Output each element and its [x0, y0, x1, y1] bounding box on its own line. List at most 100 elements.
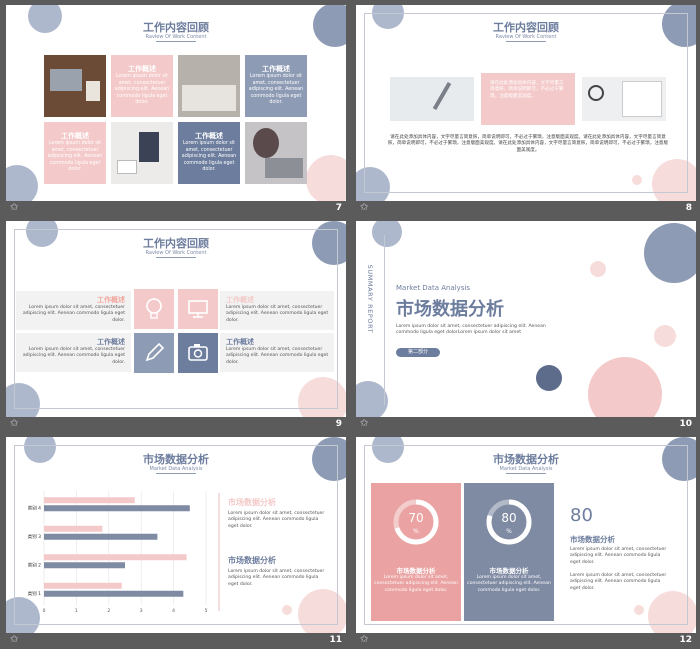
stat-unit: % [506, 528, 512, 535]
bar [44, 497, 135, 504]
slide-12: 市场数据分析 Market Data Analysis 70 % 市场数据分析 … [356, 437, 696, 633]
star-icon[interactable]: ✩ [360, 418, 368, 429]
side-text: Lorem ipsum dolor sit amet, consectetuer… [228, 511, 325, 529]
slide-thumb-12[interactable]: 市场数据分析 Market Data Analysis 70 % 市场数据分析 … [356, 437, 696, 649]
slide-title: 工作内容回顾 [143, 21, 209, 34]
star-icon[interactable]: ✩ [10, 418, 18, 429]
star-icon[interactable]: ✩ [360, 202, 368, 213]
slide-footer: ✩ 11 [6, 633, 346, 649]
slide-footer: ✩ 9 [6, 417, 346, 433]
right-text: Lorem ipsum dolor sit amet, consectetuer… [570, 547, 667, 565]
slide-thumb-10[interactable]: SUMMARY REPORT Market Data Analysis 市场数据… [356, 221, 696, 433]
lightbulb-icon [134, 289, 174, 329]
slide-8: 工作内容回顾 Raview Of Work Content 请在此处添加具体内容… [356, 5, 696, 201]
deco-circle [372, 221, 402, 247]
side-head: 市场数据分析 [228, 556, 276, 565]
deco-circle [588, 357, 662, 417]
x-tick-label: 4 [172, 608, 175, 614]
right-head: 市场数据分析 [570, 535, 615, 544]
y-category-label: 类别 3 [28, 533, 41, 540]
slide-footer: ✩ 10 [356, 417, 696, 433]
x-tick-label: 3 [140, 608, 143, 614]
deco-circle [590, 261, 606, 277]
bar [44, 582, 122, 589]
side-head: 市场数据分析 [228, 498, 276, 507]
tile-work-overview: 工作概述 Lorem ipsum dolor sit amet, consect… [178, 122, 240, 184]
bar [44, 590, 184, 597]
pink-text-box: 请在此处添加具体内容，文字尽量言简意赅，简单说明即可，不必过于繁琐，注意版面美观… [481, 73, 575, 125]
section-body: Lorem ipsum dolor sit amet, consectetuer… [396, 324, 546, 336]
slide-7: 工作内容回顾 Raview Of Work Content 工作概述 Lorem… [6, 5, 346, 201]
star-icon[interactable]: ✩ [360, 634, 368, 645]
bar [44, 533, 158, 540]
slide-number: 8 [685, 203, 692, 213]
slide-title: 工作内容回顾 [143, 237, 209, 250]
stat-card-80: 80 % 市场数据分析 Lorem ipsum dolor sit amet, … [464, 483, 554, 621]
monitor-icon [178, 289, 218, 329]
photo-typing [178, 55, 240, 117]
slide-thumb-9[interactable]: 工作内容回顾 Raview Of Work Content 工作概述 Lorem… [6, 221, 346, 433]
photo-notebook [111, 122, 173, 184]
stat-card-70: 70 % 市场数据分析 Lorem ipsum dolor sit amet, … [371, 483, 461, 621]
stat-unit: % [413, 528, 419, 535]
bar [44, 562, 125, 569]
slide-subtitle: Raview Of Work Content [495, 34, 557, 40]
slide-9: 工作内容回顾 Raview Of Work Content 工作概述 Lorem… [6, 221, 346, 417]
side-divider [384, 235, 385, 405]
overview-box: 工作概述 Lorem ipsum dolor sit amet, consect… [220, 291, 334, 330]
stat-head: 市场数据分析 [396, 567, 436, 575]
x-tick-label: 5 [205, 608, 208, 614]
title-underline [156, 257, 196, 258]
photo-laptop [44, 55, 106, 117]
overview-box: 工作概述 Lorem ipsum dolor sit amet, consect… [220, 333, 334, 372]
tile-work-overview: 工作概述 Lorem ipsum dolor sit amet, consect… [44, 122, 106, 184]
title-underline [506, 473, 546, 474]
photo-pen-document [390, 77, 474, 121]
deco-circle [654, 325, 676, 347]
x-tick-label: 0 [43, 608, 46, 614]
x-tick-label: 1 [75, 608, 78, 614]
slide-title: 工作内容回顾 [493, 21, 559, 34]
slide-number: 12 [679, 635, 692, 645]
stat-value: 80 [501, 511, 517, 525]
slide-number: 11 [329, 635, 342, 645]
slide-10: SUMMARY REPORT Market Data Analysis 市场数据… [356, 221, 696, 417]
slide-thumb-11[interactable]: 市场数据分析 Market Data Analysis 0 1 2 3 4 5 类别 1 类别… [6, 437, 346, 649]
pencil-icon [134, 333, 174, 373]
deco-circle [306, 155, 346, 201]
slide-title: 市场数据分析 [493, 453, 559, 466]
slide-footer: ✩ 12 [356, 633, 696, 649]
title-underline [506, 41, 546, 42]
slide-thumb-7[interactable]: 工作内容回顾 Raview Of Work Content 工作概述 Lorem… [6, 5, 346, 217]
star-icon[interactable]: ✩ [10, 634, 18, 645]
photo-magnifier-calendar [582, 77, 666, 121]
x-tick-label: 2 [107, 608, 110, 614]
stat-text: Lorem ipsum dolor sit amet, consectetuer… [374, 575, 458, 593]
slide-number: 10 [679, 419, 692, 429]
stat-value: 70 [408, 511, 424, 525]
big-number: 80 [570, 505, 593, 526]
slide-footer: ✩ 7 [6, 201, 346, 217]
deco-circle [6, 165, 38, 201]
photo-woman-laptop [245, 122, 307, 184]
slide-subtitle: Market Data Analysis [499, 466, 553, 472]
slide-subtitle: Raview Of Work Content [145, 250, 207, 256]
section-pill: 第二部分 [396, 348, 440, 357]
star-icon[interactable]: ✩ [10, 202, 18, 213]
side-label: SUMMARY REPORT [366, 264, 374, 334]
title-underline [156, 41, 196, 42]
side-text: Lorem ipsum dolor sit amet, consectetuer… [228, 569, 325, 587]
slide-thumb-8[interactable]: 工作内容回顾 Raview Of Work Content 请在此处添加具体内容… [356, 5, 696, 217]
slide-number: 7 [335, 203, 342, 213]
tile-work-overview: 工作概述 Lorem ipsum dolor sit amet, consect… [245, 55, 307, 117]
slide-11: 市场数据分析 Market Data Analysis 0 1 2 3 4 5 类别 1 类别… [6, 437, 346, 633]
right-text: Lorem ipsum dolor sit amet, consectetuer… [570, 573, 667, 591]
body-text: 请在此处添加具体内容，文字尽量言简意赅，简单说明即可，不必过于繁琐，注意版面美观… [387, 135, 669, 153]
y-category-label: 类别 2 [28, 561, 41, 568]
y-category-label: 类别 1 [28, 590, 41, 597]
bar-chart: 0 1 2 3 4 5 类别 1 类别 2 类别 3 类别 4 [28, 491, 208, 614]
overview-box: 工作概述 Lorem ipsum dolor sit amet, consect… [16, 333, 131, 372]
stat-text: Lorem ipsum dolor sit amet, consectetuer… [467, 575, 551, 593]
y-category-label: 类别 4 [28, 504, 41, 511]
section-title: 市场数据分析 [396, 299, 504, 320]
